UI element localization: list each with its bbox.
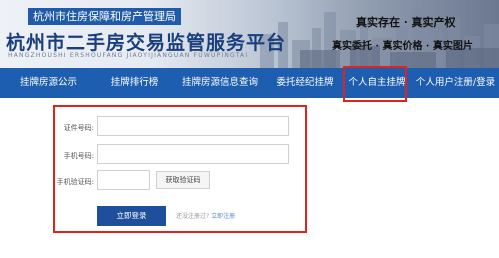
nav-item-ranking[interactable]: 挂牌排行榜 (97, 68, 172, 98)
page: 杭州市住房保障和房产管理局 杭州市二手房交易监管服务平台 HANGZHOUSHI… (0, 0, 499, 258)
nav-item-listing-public[interactable]: 挂牌房源公示 (0, 68, 97, 98)
id-number-input[interactable] (97, 116, 289, 136)
slogan-line-2: 真实委托 · 真实价格 · 真实图片 (332, 41, 473, 52)
main-nav: 挂牌房源公示 挂牌排行榜 挂牌房源信息查询 委托经纪挂牌 个人自主挂牌 个人用户… (0, 68, 499, 98)
nav-item-register-login[interactable]: 个人用户注册/登录 (412, 68, 499, 98)
phone-number-input[interactable] (97, 144, 289, 164)
register-link[interactable]: 立即注册 (211, 213, 235, 220)
slogan-line-1: 真实存在 · 真实产权 (356, 16, 456, 29)
id-number-label: 证件号码: (63, 124, 94, 132)
sms-code-label: 手机验证码: (56, 178, 94, 186)
nav-item-listing-search[interactable]: 挂牌房源信息查询 (172, 68, 268, 98)
register-hint-text: 还没注册过? (176, 213, 210, 220)
phone-number-label: 手机号码: (63, 152, 94, 160)
login-button[interactable]: 立即登录 (97, 206, 166, 226)
header-banner: 杭州市住房保障和房产管理局 杭州市二手房交易监管服务平台 HANGZHOUSHI… (0, 0, 499, 68)
nav-item-agent-listing[interactable]: 委托经纪挂牌 (268, 68, 342, 98)
nav-highlight-box (343, 66, 407, 102)
org-name-badge: 杭州市住房保障和房产管理局 (28, 8, 181, 25)
sms-code-input[interactable] (97, 170, 150, 190)
get-code-button[interactable]: 获取验证码 (156, 171, 210, 189)
site-title: 杭州市二手房交易监管服务平台 (6, 32, 287, 54)
site-title-pinyin: HANGZHOUSHI ERSHOUFANG JIAOYIJIANGUAN FU… (8, 52, 249, 59)
register-hint: 还没注册过? 立即注册 (176, 211, 235, 220)
